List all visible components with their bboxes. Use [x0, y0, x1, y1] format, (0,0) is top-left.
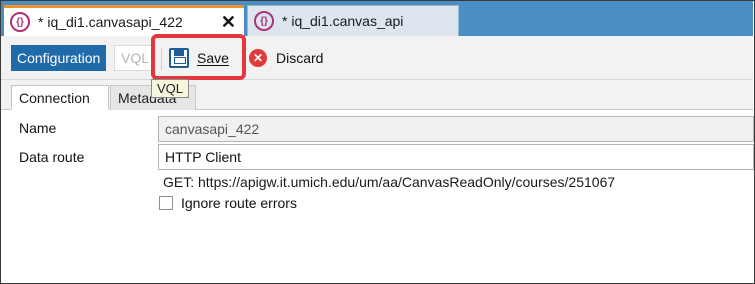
ignore-route-errors-checkbox[interactable] — [159, 196, 173, 210]
data-route-label: Data route — [19, 149, 85, 165]
save-highlight-box — [151, 34, 246, 80]
close-icon[interactable]: ✕ — [221, 13, 236, 31]
discard-icon: ✕ — [249, 49, 267, 67]
toolbar: Configuration VQL Save ✕ Discard — [1, 36, 753, 80]
discard-button-label: Discard — [276, 50, 324, 66]
editor-tab-strip: {} * iq_di1.canvasapi_422 ✕ {} * iq_di1.… — [1, 1, 753, 36]
vql-tooltip: VQL — [151, 79, 189, 98]
ignore-route-errors-row[interactable]: Ignore route errors — [159, 195, 297, 211]
sub-tab-bar: Connection Metadata — [1, 80, 753, 110]
name-field[interactable]: canvasapi_422 — [158, 116, 754, 142]
tab-title: * iq_di1.canvasapi_422 — [38, 14, 183, 30]
connection-panel: Name canvasapi_422 Data route HTTP Clien… — [1, 111, 754, 283]
data-route-select[interactable]: HTTP Client — [158, 144, 754, 170]
ignore-route-errors-label: Ignore route errors — [181, 195, 297, 211]
configuration-mode-button[interactable]: Configuration — [11, 45, 107, 71]
wrapper-icon: {} — [254, 11, 274, 31]
wrapper-icon: {} — [10, 12, 30, 32]
vql-mode-button[interactable]: VQL — [114, 45, 152, 71]
tab-canvasapi-422[interactable]: {} * iq_di1.canvasapi_422 ✕ — [4, 5, 244, 36]
tab-canvas-api[interactable]: {} * iq_di1.canvas_api — [247, 5, 459, 36]
discard-button[interactable]: ✕ Discard — [249, 45, 323, 71]
name-label: Name — [19, 120, 57, 136]
tab-connection[interactable]: Connection — [11, 85, 109, 110]
route-info-text: GET: https://apigw.it.umich.edu/um/aa/Ca… — [163, 174, 616, 190]
tab-title: * iq_di1.canvas_api — [282, 13, 404, 29]
